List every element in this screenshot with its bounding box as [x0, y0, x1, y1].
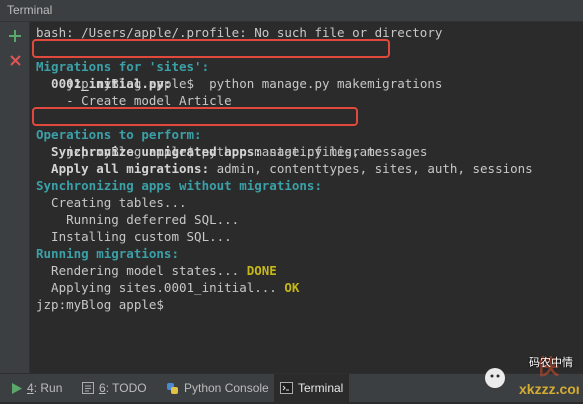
- tab-terminal-label: Terminal: [298, 381, 344, 395]
- tool-window-header: Terminal: [0, 0, 583, 22]
- tool-window-title: Terminal: [7, 3, 53, 17]
- terminal-line: Apply all migrations: admin, contenttype…: [36, 161, 533, 176]
- run-icon: [12, 382, 22, 394]
- plus-icon[interactable]: [7, 28, 23, 44]
- terminal-line: Synchronize unmigrated apps: staticfiles…: [36, 144, 428, 159]
- terminal-line: Synchronizing apps without migrations:: [36, 178, 322, 193]
- tab-run-label: : Run: [33, 381, 63, 395]
- watermark: xkzzz.com 侠 码农中情: [479, 354, 583, 400]
- todo-icon: [82, 382, 94, 394]
- terminal-line: Operations to perform:: [36, 127, 202, 142]
- tab-run[interactable]: 4: Run: [6, 374, 68, 402]
- close-icon[interactable]: [7, 52, 23, 68]
- tab-python-console-label: Python Console: [184, 381, 269, 395]
- python-icon: [167, 382, 178, 394]
- terminal-icon: [280, 382, 293, 394]
- terminal-line: Migrations for 'sites':: [36, 59, 210, 74]
- terminal-gutter: [0, 22, 30, 373]
- terminal-line: 0001_initial.py:: [36, 76, 172, 91]
- terminal-line: Running deferred SQL...: [36, 212, 240, 227]
- tab-todo-label: : TODO: [105, 381, 147, 395]
- terminal-line: Rendering model states... DONE: [36, 263, 277, 278]
- terminal-line: Installing custom SQL...: [36, 229, 232, 244]
- tab-todo-number: 6: [99, 381, 106, 395]
- terminal-command-line: jzp:myBlog apple$ python manage.py migra…: [32, 107, 581, 159]
- tab-run-number: 4: [27, 381, 34, 395]
- svg-text:xkzzz.com: xkzzz.com: [519, 381, 579, 397]
- highlight-box: [32, 39, 390, 58]
- terminal-line: Running migrations:: [36, 246, 179, 261]
- terminal-line: Creating tables...: [36, 195, 187, 210]
- terminal-prompt[interactable]: jzp:myBlog apple$: [36, 296, 581, 313]
- highlight-box: [32, 107, 358, 126]
- tab-todo[interactable]: 6: TODO: [76, 374, 153, 402]
- watermark-text: 码农中情: [529, 357, 573, 369]
- tab-terminal[interactable]: Terminal: [274, 374, 350, 402]
- terminal-line: Applying sites.0001_initial... OK: [36, 280, 300, 295]
- terminal-command-line: jzp:myBlog apple$ python manage.py makem…: [32, 39, 581, 91]
- tab-python-console[interactable]: Python Console: [160, 374, 275, 402]
- terminal-output[interactable]: bash: /Users/apple/.profile: No such fil…: [32, 24, 581, 372]
